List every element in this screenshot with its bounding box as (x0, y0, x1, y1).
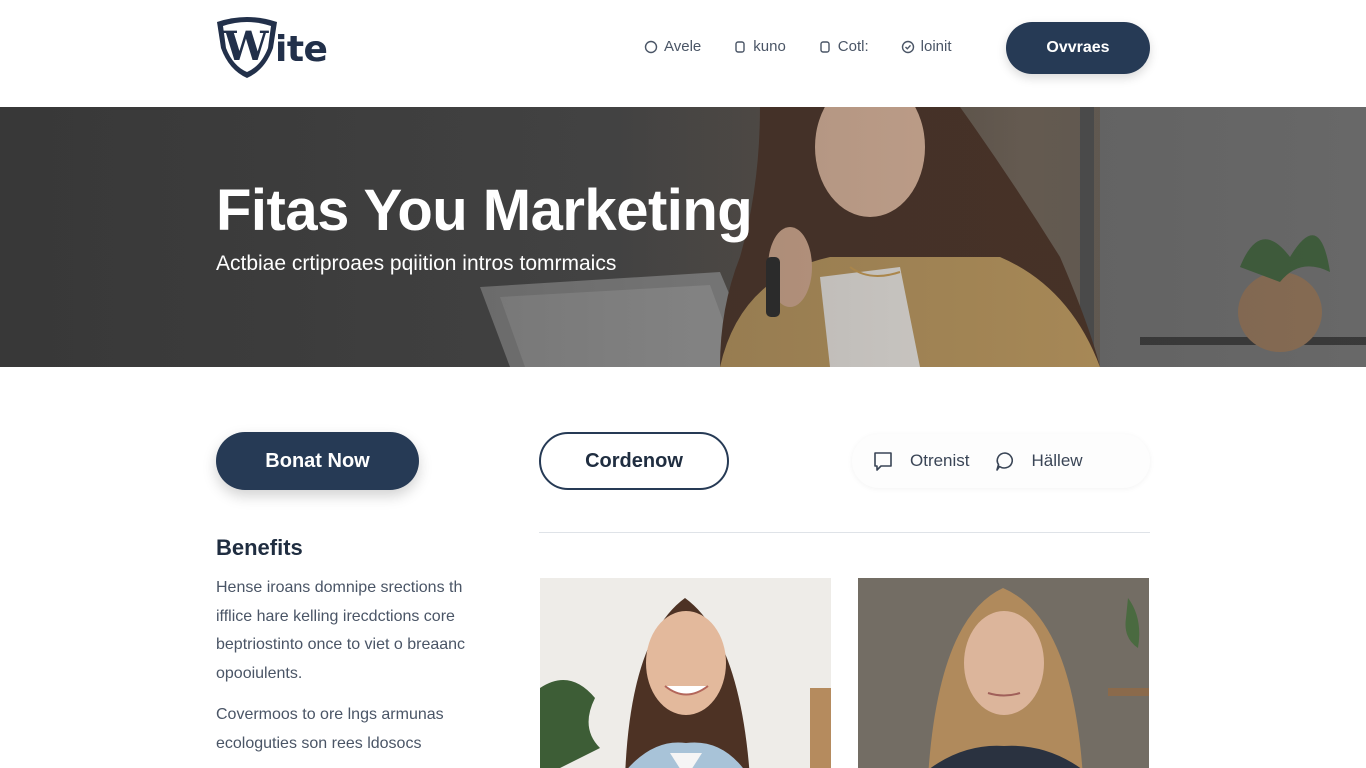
testimonial-photo-card[interactable] (858, 578, 1149, 768)
nav-item-cotl[interactable]: Cotl: (818, 38, 869, 55)
benefits-paragraph: Covermoos to ore lngs armunas ecologutie… (216, 706, 444, 752)
nav-item-avele[interactable]: Avele (644, 38, 701, 55)
benefits-paragraph: Hense iroans domnipe srections th ifflic… (216, 579, 466, 682)
circle-icon (644, 40, 658, 53)
secondary-cta-button[interactable]: Cordenow (539, 432, 729, 490)
hero-subtitle: Actbiae crtiproaes pqiition intros tomrm… (216, 252, 617, 275)
main-nav: Avele kuno Cotl: loinit (644, 38, 952, 55)
benefits-title: Benefits (216, 535, 303, 560)
action-hallew[interactable]: Hällew (994, 450, 1083, 472)
hero-banner: Fitas You Marketing Actbiae crtiproaes p… (0, 107, 1366, 367)
logo[interactable]: W ite (213, 16, 328, 80)
action-label: Otrenist (910, 451, 970, 470)
logo-text: ite (275, 28, 328, 70)
primary-cta-button[interactable]: Bonat Now (216, 432, 419, 490)
chat-bubble-icon (995, 452, 1013, 471)
hero-title: Fitas You Marketing (216, 178, 753, 243)
nav-item-loinit[interactable]: loinit (901, 38, 952, 55)
logo-mark-letter: W (223, 23, 270, 70)
person-photo (858, 578, 1149, 768)
tag-icon (735, 40, 745, 53)
nav-item-label: kuno (753, 38, 786, 55)
site-header: W ite Avele kuno Cotl: loinit Ovvraes (0, 0, 1366, 107)
tag-icon (820, 40, 830, 53)
nav-item-label: loinit (920, 38, 952, 55)
header-cta-button[interactable]: Ovvraes (1006, 22, 1150, 74)
check-circle-icon (901, 40, 914, 53)
person-photo (540, 578, 831, 768)
comment-square-icon (874, 452, 892, 471)
action-otrenist[interactable]: Otrenist (872, 450, 970, 472)
nav-item-kuno[interactable]: kuno (733, 38, 786, 55)
nav-item-label: Avele (664, 38, 702, 55)
section-divider (539, 532, 1150, 533)
shield-logo-icon: W (213, 16, 281, 80)
action-label: Hällew (1031, 451, 1083, 470)
testimonial-photo-card[interactable] (540, 578, 831, 768)
action-bar: Otrenist Hällew (852, 434, 1150, 488)
nav-item-label: Cotl: (837, 38, 869, 55)
